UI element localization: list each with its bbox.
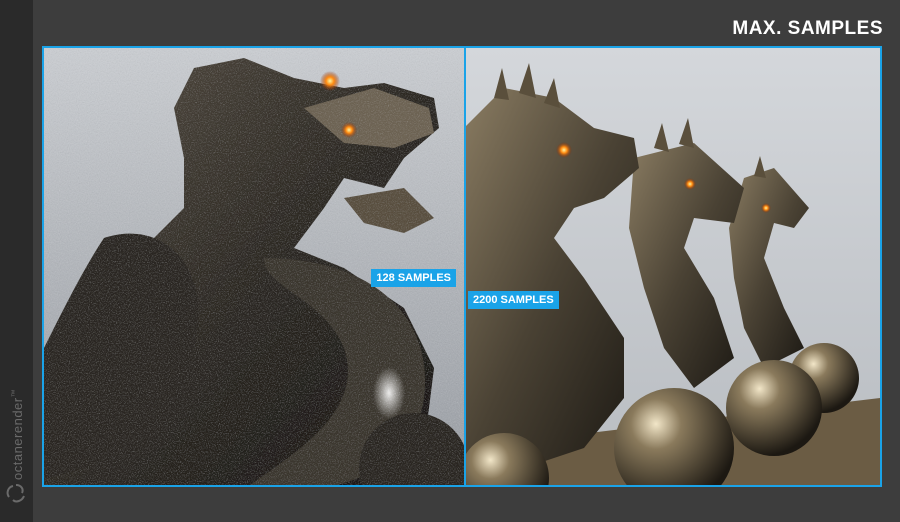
page-title: MAX. SAMPLES xyxy=(732,18,883,39)
brand: octanerender™ xyxy=(4,380,28,510)
brand-wordmark: octanerender™ xyxy=(10,388,25,480)
octane-logo-icon xyxy=(6,484,25,503)
render-comparison-viewport[interactable]: 128 SAMPLES 2200 SAMPLES xyxy=(42,46,882,487)
render-pane-2200-samples xyxy=(464,48,880,485)
comparison-divider-handle[interactable] xyxy=(464,48,466,485)
dragon-render-clean xyxy=(464,48,880,485)
dragon-render-noisy xyxy=(44,48,464,485)
sidebar: octanerender™ xyxy=(0,0,33,522)
left-samples-label: 128 SAMPLES xyxy=(371,269,456,287)
render-pane-128-samples xyxy=(44,48,464,485)
right-samples-label: 2200 SAMPLES xyxy=(468,291,559,309)
